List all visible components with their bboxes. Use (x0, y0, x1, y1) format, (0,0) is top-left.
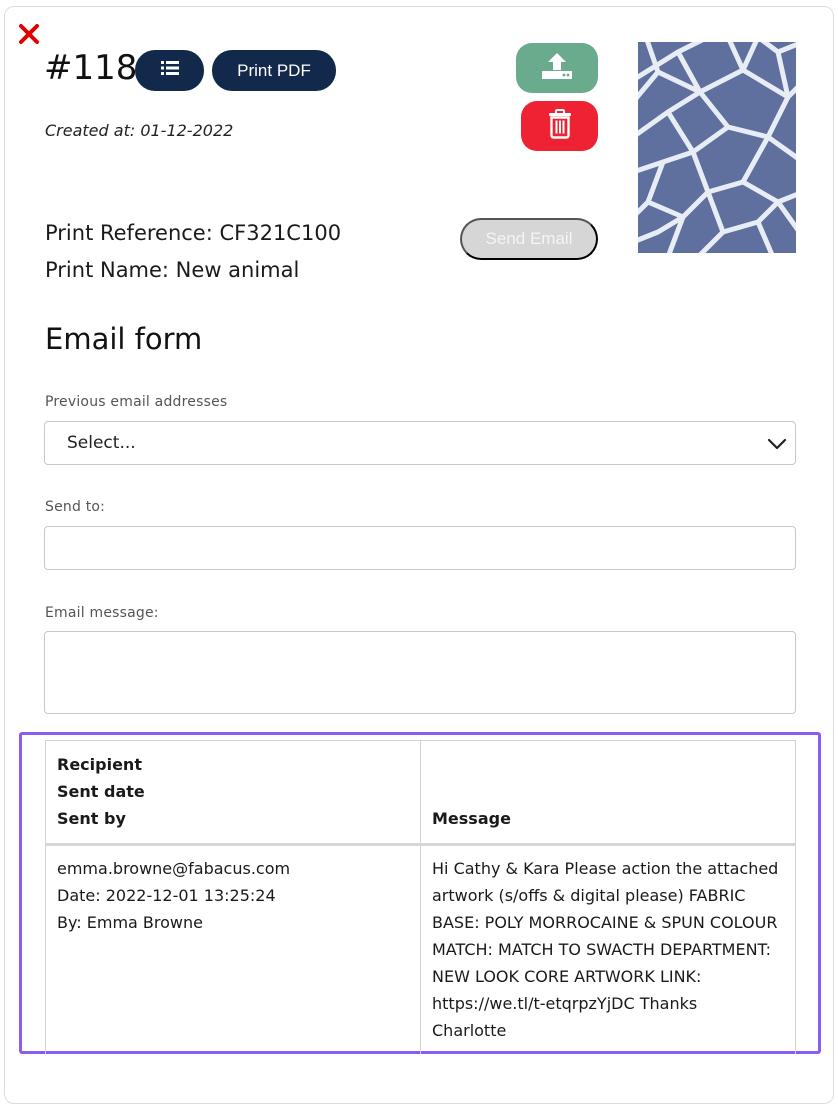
header-sent-by: Sent by (57, 809, 126, 828)
print-reference: Print Reference: CF321C100 (45, 221, 342, 245)
trash-icon (547, 109, 573, 143)
header-sent-date: Sent date (57, 782, 145, 801)
list-icon (160, 59, 180, 82)
created-date: Created at: 01-12-2022 (45, 121, 234, 140)
previous-emails-label: Previous email addresses (45, 394, 228, 410)
table-header-divider (45, 843, 796, 846)
header-recipient: Recipient (57, 755, 142, 774)
upload-icon (540, 51, 574, 85)
upload-button[interactable] (516, 43, 598, 93)
row-sent-date: Date: 2022-12-01 13:25:24 (57, 886, 276, 905)
send-email-button[interactable]: Send Email (460, 218, 598, 260)
previous-emails-selected: Select... (67, 433, 136, 453)
send-to-input[interactable] (44, 526, 796, 570)
email-message-textarea[interactable] (44, 631, 796, 714)
delete-button[interactable] (521, 101, 598, 151)
close-icon[interactable] (17, 22, 41, 46)
row-sent-by: By: Emma Browne (57, 913, 203, 932)
header-message: Message (432, 809, 511, 828)
send-to-label: Send to: (45, 499, 106, 515)
table-column-divider (420, 740, 421, 1054)
chevron-down-icon (767, 434, 787, 454)
row-message: Hi Cathy & Kara Please action the attach… (432, 859, 779, 1040)
row-recipient: emma.browne@fabacus.com (57, 859, 291, 878)
print-pdf-button[interactable]: Print PDF (212, 50, 336, 91)
artwork-thumbnail (638, 42, 796, 253)
print-name: Print Name: New animal (45, 258, 300, 282)
email-form-title: Email form (45, 322, 203, 356)
list-button[interactable] (135, 50, 204, 91)
order-number: #118 (44, 48, 138, 88)
previous-emails-select[interactable]: Select... (44, 421, 796, 465)
email-message-label: Email message: (45, 605, 159, 621)
